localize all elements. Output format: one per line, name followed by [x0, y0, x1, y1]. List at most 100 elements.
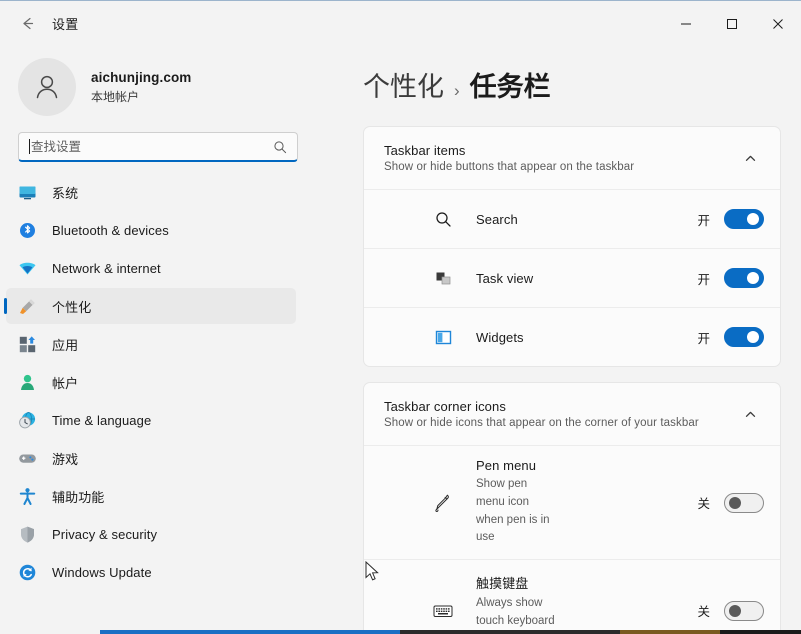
sidebar-item-label: 辅助功能	[52, 489, 105, 505]
touch-keyboard-icon	[428, 600, 458, 622]
minimize-icon	[681, 23, 691, 24]
avatar	[18, 58, 76, 116]
task-view-icon	[428, 270, 458, 287]
wifi-icon	[16, 257, 38, 279]
row-text: 触摸键盘 Always show touch keyboard icon	[476, 573, 697, 634]
setting-label: Task view	[476, 270, 534, 286]
toggle-widgets[interactable]	[724, 327, 764, 347]
row-text: Search	[476, 212, 697, 227]
sidebar-item-windows-update[interactable]: Windows Update	[6, 554, 296, 590]
sidebar-item-privacy-security[interactable]: Privacy & security	[6, 516, 296, 552]
toggle-thumb	[747, 331, 759, 343]
pen-icon	[428, 492, 458, 514]
sidebar-item-accounts[interactable]: 帐户	[6, 364, 296, 400]
collapse-toggle-button[interactable]	[736, 400, 764, 428]
sidebar: aichunjing.com 本地帐户 查找设置 系统 Bluetooth & …	[0, 46, 318, 634]
sidebar-item-label: 游戏	[52, 451, 79, 467]
toggle-group: 开	[697, 268, 764, 288]
accessibility-person-icon	[16, 485, 38, 507]
back-arrow-icon	[22, 17, 33, 30]
scrollbar[interactable]	[795, 102, 799, 622]
title-bar: 设置	[0, 1, 801, 46]
search-box[interactable]	[18, 132, 298, 162]
toggle-thumb	[747, 272, 759, 284]
toggle-state-label: 开	[697, 331, 710, 346]
account-name: aichunjing.com	[91, 70, 192, 86]
sidebar-item-label: 应用	[52, 337, 79, 353]
breadcrumb-separator-icon: ›	[454, 81, 460, 100]
collapse-toggle-button[interactable]	[736, 144, 764, 172]
setting-description: Show pen menu icon when pen is in use	[476, 478, 550, 544]
breadcrumb-parent[interactable]: 个性化	[363, 65, 444, 104]
gamepad-icon	[16, 447, 38, 469]
toggle-task-view[interactable]	[724, 268, 764, 288]
back-button[interactable]	[10, 9, 44, 39]
setting-label: Search	[476, 211, 518, 227]
bluetooth-icon	[16, 219, 38, 241]
text-caret	[29, 139, 30, 154]
sidebar-item-system[interactable]: 系统	[6, 174, 296, 210]
setting-label: Widgets	[476, 329, 524, 345]
toggle-group: 关	[697, 492, 764, 513]
toggle-search[interactable]	[724, 209, 764, 229]
maximize-button[interactable]	[709, 1, 755, 46]
toggle-group: 开	[697, 209, 764, 229]
search-container	[0, 126, 318, 162]
setting-row-pen-menu[interactable]: Pen menu Show pen menu icon when pen is …	[364, 445, 780, 559]
maximize-icon	[727, 18, 737, 29]
sidebar-item-network-internet[interactable]: Network & internet	[6, 250, 296, 286]
card-header-text: Taskbar corner icons Show or hide icons …	[384, 399, 736, 429]
toggle-thumb	[729, 496, 741, 509]
setting-row-task-view[interactable]: Task view 开	[364, 248, 780, 307]
window-title: 设置	[52, 17, 79, 32]
search-icon[interactable]	[271, 138, 289, 156]
paintbrush-icon	[16, 295, 38, 317]
card-header[interactable]: Taskbar items Show or hide buttons that …	[364, 127, 780, 189]
sidebar-item-label: 帐户	[52, 375, 79, 391]
toggle-state-label: 开	[697, 213, 710, 228]
update-refresh-icon	[16, 561, 38, 583]
sidebar-item-accessibility[interactable]: 辅助功能	[6, 478, 296, 514]
sidebar-item-apps[interactable]: 应用	[6, 326, 296, 362]
account-block[interactable]: aichunjing.com 本地帐户	[0, 48, 318, 126]
setting-label: 触摸键盘	[476, 576, 529, 592]
setting-row-search[interactable]: Search 开	[364, 189, 780, 248]
sidebar-item-bluetooth-devices[interactable]: Bluetooth & devices	[6, 212, 296, 248]
card-header[interactable]: Taskbar corner icons Show or hide icons …	[364, 383, 780, 445]
toggle-pen-menu[interactable]	[724, 492, 764, 513]
widgets-icon	[428, 329, 458, 346]
close-icon	[773, 18, 783, 29]
desktop-taskbar-strip	[0, 630, 801, 634]
window-controls	[663, 1, 801, 46]
search-input[interactable]	[31, 133, 271, 160]
sidebar-item-time-language[interactable]: Time & language	[6, 402, 296, 438]
chevron-up-icon	[745, 155, 755, 161]
toggle-group: 关	[697, 600, 764, 621]
card-taskbar-corner-icons: Taskbar corner icons Show or hide icons …	[363, 382, 781, 634]
page-title: 任务栏	[469, 72, 551, 102]
toggle-touch-keyboard[interactable]	[724, 600, 764, 621]
search-icon	[428, 211, 458, 228]
sidebar-item-label: Time & language	[52, 412, 152, 428]
minimize-button[interactable]	[663, 1, 709, 46]
shield-icon	[16, 523, 38, 545]
row-text: Task view	[476, 271, 697, 286]
sidebar-item-personalization[interactable]: 个性化	[6, 288, 296, 324]
sidebar-item-label: Windows Update	[52, 564, 152, 580]
card-title: Taskbar corner icons	[384, 399, 506, 414]
sidebar-item-gaming[interactable]: 游戏	[6, 440, 296, 476]
sidebar-item-label: Bluetooth & devices	[52, 222, 169, 238]
setting-row-touch-keyboard[interactable]: 触摸键盘 Always show touch keyboard icon 关	[364, 559, 780, 634]
sidebar-item-label: 系统	[52, 185, 79, 201]
main-content: 个性化 › 任务栏 Taskbar items Show or hide but…	[318, 46, 801, 634]
breadcrumb: 个性化 › 任务栏	[363, 46, 781, 126]
setting-row-widgets[interactable]: Widgets 开	[364, 307, 780, 366]
account-text: aichunjing.com 本地帐户	[91, 69, 191, 104]
card-taskbar-items: Taskbar items Show or hide buttons that …	[363, 126, 781, 367]
sidebar-item-label: Network & internet	[52, 260, 161, 276]
card-subtitle: Show or hide icons that appear on the co…	[384, 417, 699, 429]
close-button[interactable]	[755, 1, 801, 46]
toggle-group: 开	[697, 327, 764, 347]
row-text: Widgets	[476, 330, 697, 345]
row-text: Pen menu Show pen menu icon when pen is …	[476, 458, 697, 547]
